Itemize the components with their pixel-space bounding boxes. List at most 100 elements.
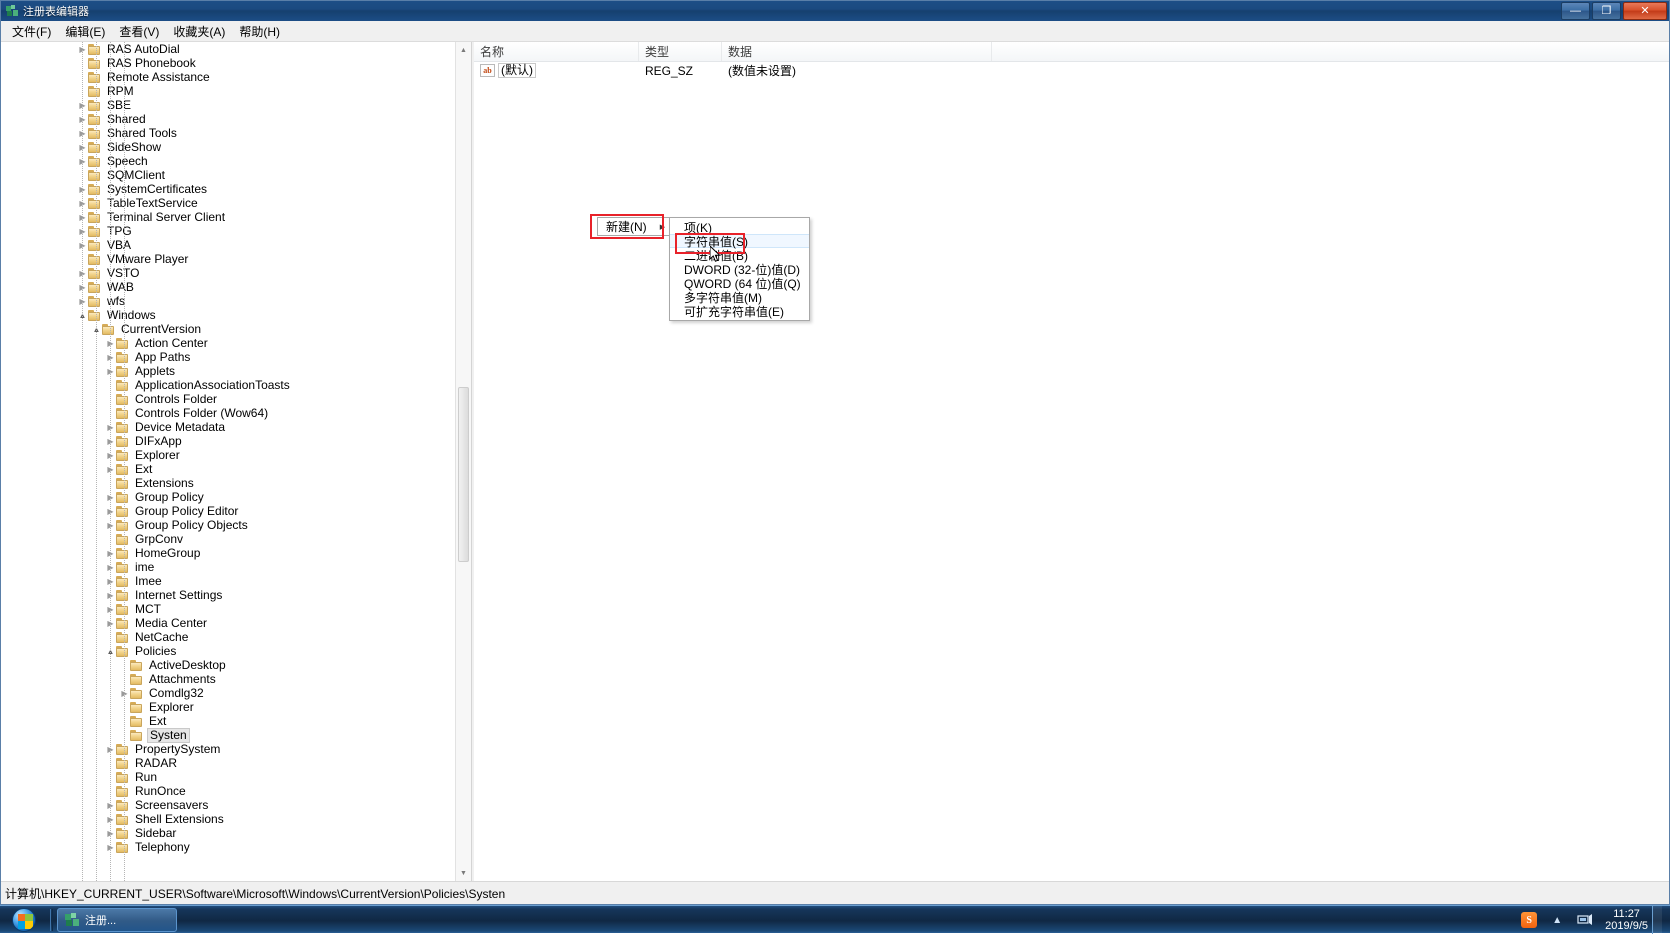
tree-item-action-center[interactable]: ▶Action Center — [1, 336, 455, 350]
tree-item-mct[interactable]: ▶MCT — [1, 602, 455, 616]
tree-item-device-metadata[interactable]: ▶Device Metadata — [1, 420, 455, 434]
tree-item-homegroup[interactable]: ▶HomeGroup — [1, 546, 455, 560]
ime-icon[interactable]: S — [1520, 911, 1538, 929]
registry-tree[interactable]: ▶RAS AutoDialRAS PhonebookRemote Assista… — [1, 42, 455, 881]
tree-item-propertysystem[interactable]: ▶PropertySystem — [1, 742, 455, 756]
tree-item-sideshow[interactable]: ▶SideShow — [1, 140, 455, 154]
close-button[interactable]: ✕ — [1623, 2, 1667, 20]
folder-icon — [116, 772, 129, 783]
tree-item-controls-folder[interactable]: Controls Folder — [1, 392, 455, 406]
network-icon[interactable] — [1576, 911, 1594, 929]
tree-item-explorer[interactable]: Explorer — [1, 700, 455, 714]
new-expandable-string-value[interactable]: 可扩充字符串值(E) — [670, 304, 809, 318]
tree-item-extensions[interactable]: Extensions — [1, 476, 455, 490]
tree-item-telephony[interactable]: ▶Telephony — [1, 840, 455, 854]
tree-item-radar[interactable]: RADAR — [1, 756, 455, 770]
menu-view[interactable]: 查看(V) — [112, 21, 166, 42]
tree-item-label: Policies — [133, 645, 178, 658]
tree-item-systen[interactable]: Systen — [1, 728, 455, 742]
folder-icon — [116, 604, 129, 615]
show-desktop-button[interactable] — [1652, 906, 1662, 934]
tree-item-wab[interactable]: ▶WAB — [1, 280, 455, 294]
tree-item-remote-assistance[interactable]: Remote Assistance — [1, 70, 455, 84]
tree-item-label: HomeGroup — [133, 547, 202, 560]
column-header-data[interactable]: 数据 — [722, 42, 992, 61]
tree-item-app-paths[interactable]: ▶App Paths — [1, 350, 455, 364]
tree-item-runonce[interactable]: RunOnce — [1, 784, 455, 798]
tree-item-policies[interactable]: ▲Policies — [1, 644, 455, 658]
folder-icon — [116, 576, 129, 587]
tree-item-attachments[interactable]: Attachments — [1, 672, 455, 686]
tree-item-windows[interactable]: ▲Windows — [1, 308, 455, 322]
column-header-type[interactable]: 类型 — [639, 42, 722, 61]
start-button[interactable] — [2, 907, 46, 933]
tree-item-tpg[interactable]: ▶TPG — [1, 224, 455, 238]
tree-item-systemcertificates[interactable]: ▶SystemCertificates — [1, 182, 455, 196]
tree-item-ras-phonebook[interactable]: RAS Phonebook — [1, 56, 455, 70]
tree-item-difxapp[interactable]: ▶DIFxApp — [1, 434, 455, 448]
tree-item-sqmclient[interactable]: SQMClient — [1, 168, 455, 182]
value-list-header: 名称 类型 数据 — [474, 42, 1669, 62]
context-menu-new-label: 新建(N) — [598, 218, 647, 235]
tree-item-currentversion[interactable]: ▲CurrentVersion — [1, 322, 455, 336]
tree-item-label: Internet Settings — [133, 589, 224, 602]
clock[interactable]: 11:27 2019/9/5 — [1605, 908, 1648, 932]
tree-item-vsto[interactable]: ▶VSTO — [1, 266, 455, 280]
registry-tree-pane[interactable]: ▶RAS AutoDialRAS PhonebookRemote Assista… — [1, 42, 472, 881]
scrollbar-thumb[interactable] — [458, 387, 469, 562]
scroll-up-arrow[interactable]: ▲ — [456, 42, 471, 58]
menu-file[interactable]: 文件(F) — [5, 21, 58, 42]
tree-item-shared[interactable]: ▶Shared — [1, 112, 455, 126]
tree-item-tabletextservice[interactable]: ▶TableTextService — [1, 196, 455, 210]
tree-item-shell-extensions[interactable]: ▶Shell Extensions — [1, 812, 455, 826]
tree-item-controls-folder-wow64-[interactable]: Controls Folder (Wow64) — [1, 406, 455, 420]
tree-item-ext[interactable]: Ext — [1, 714, 455, 728]
column-header-name[interactable]: 名称 — [474, 42, 639, 61]
title-bar[interactable]: 注册表编辑器 — ❐ ✕ — [1, 1, 1669, 21]
show-hidden-icons-arrow[interactable]: ▲ — [1548, 911, 1566, 929]
menu-favorites[interactable]: 收藏夹(A) — [166, 21, 232, 42]
tree-item-applets[interactable]: ▶Applets — [1, 364, 455, 378]
value-list-pane[interactable]: 名称 类型 数据 ab(默认)REG_SZ(数值未设置) — [474, 42, 1669, 881]
tree-item-group-policy[interactable]: ▶Group Policy — [1, 490, 455, 504]
tree-item-group-policy-objects[interactable]: ▶Group Policy Objects — [1, 518, 455, 532]
tree-item-media-center[interactable]: ▶Media Center — [1, 616, 455, 630]
menu-help[interactable]: 帮助(H) — [232, 21, 287, 42]
tree-item-explorer[interactable]: ▶Explorer — [1, 448, 455, 462]
tree-item-sidebar[interactable]: ▶Sidebar — [1, 826, 455, 840]
restore-button[interactable]: ❐ — [1592, 2, 1621, 20]
minimize-button[interactable]: — — [1561, 2, 1590, 20]
context-submenu-new[interactable]: 项(K)字符串值(S)二进制值(B)DWORD (32-位)值(D)QWORD … — [669, 217, 810, 321]
tree-item-ras-autodial[interactable]: ▶RAS AutoDial — [1, 42, 455, 56]
tree-item-wfs[interactable]: ▶wfs — [1, 294, 455, 308]
tree-item-vmware-player[interactable]: VMware Player — [1, 252, 455, 266]
tree-item-netcache[interactable]: NetCache — [1, 630, 455, 644]
tree-item-ime[interactable]: ▶ime — [1, 560, 455, 574]
cell-data: (数值未设置) — [722, 62, 992, 79]
tree-item-vba[interactable]: ▶VBA — [1, 238, 455, 252]
tree-item-shared-tools[interactable]: ▶Shared Tools — [1, 126, 455, 140]
tree-item-screensavers[interactable]: ▶Screensavers — [1, 798, 455, 812]
folder-icon — [102, 324, 115, 335]
tree-item-group-policy-editor[interactable]: ▶Group Policy Editor — [1, 504, 455, 518]
tree-vertical-scrollbar[interactable]: ▲ ▼ — [455, 42, 471, 881]
tree-item-comdlg32[interactable]: ▶Comdlg32 — [1, 686, 455, 700]
menu-edit[interactable]: 编辑(E) — [58, 21, 112, 42]
value-list-body[interactable]: ab(默认)REG_SZ(数值未设置) — [474, 62, 1669, 79]
tree-item-activedesktop[interactable]: ActiveDesktop — [1, 658, 455, 672]
tree-item-internet-settings[interactable]: ▶Internet Settings — [1, 588, 455, 602]
tree-item-label: Telephony — [133, 841, 192, 854]
tree-item-grpconv[interactable]: GrpConv — [1, 532, 455, 546]
tree-item-imee[interactable]: ▶Imee — [1, 574, 455, 588]
scroll-down-arrow[interactable]: ▼ — [456, 865, 471, 881]
tree-item-applicationassociationtoasts[interactable]: ApplicationAssociationToasts — [1, 378, 455, 392]
tree-item-run[interactable]: Run — [1, 770, 455, 784]
tree-item-rpm[interactable]: RPM — [1, 84, 455, 98]
tree-item-ext[interactable]: ▶Ext — [1, 462, 455, 476]
tree-item-sbe[interactable]: ▶SBE — [1, 98, 455, 112]
table-row[interactable]: ab(默认)REG_SZ(数值未设置) — [474, 62, 1669, 79]
tree-item-label: RAS Phonebook — [105, 57, 198, 70]
tree-item-speech[interactable]: ▶Speech — [1, 154, 455, 168]
taskbar-item-regedit[interactable]: 注册... — [57, 908, 177, 932]
tree-item-terminal-server-client[interactable]: ▶Terminal Server Client — [1, 210, 455, 224]
